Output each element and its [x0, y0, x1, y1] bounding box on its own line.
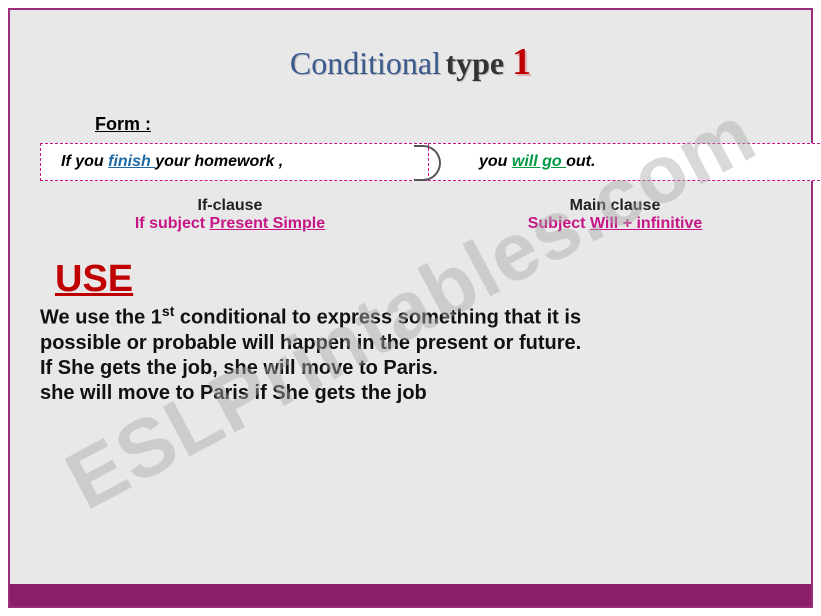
use-heading: USE: [55, 258, 811, 301]
use-line1-post: conditional to express something that it…: [174, 307, 581, 329]
main-clause-formula-pre: Subject: [528, 215, 590, 232]
main-clause-verb: will go: [512, 153, 566, 170]
clause-formulas: If-clause If subject Present Simple Main…: [10, 197, 811, 233]
if-clause-title: If-clause: [20, 197, 440, 215]
form-label: Form :: [95, 114, 811, 135]
use-line3: If She gets the job, she will move to Pa…: [40, 357, 438, 379]
main-clause-formula: Subject Will + infinitive: [440, 215, 790, 233]
main-clause-box: you will go out.: [428, 143, 821, 181]
main-clause-formula-col: Main clause Subject Will + infinitive: [440, 197, 790, 233]
main-clause-text-pre: you: [479, 153, 512, 170]
if-clause-text-post: your homework: [155, 153, 274, 170]
slide-content: Conditional type 1 Form : If you finish …: [10, 10, 811, 606]
example-sentence: If you finish your homework , you will g…: [10, 143, 811, 187]
if-clause-formula-tense: Present Simple: [210, 215, 326, 232]
if-clause-box: If you finish your homework ,: [40, 143, 442, 181]
if-clause-verb: finish: [108, 153, 155, 170]
if-clause-formula-col: If-clause If subject Present Simple: [20, 197, 440, 233]
use-line1-pre: We use the 1: [40, 307, 162, 329]
use-line1-sup: st: [162, 303, 174, 319]
use-line4: she will move to Paris if She gets the j…: [40, 382, 427, 404]
slide-title: Conditional type 1: [10, 10, 811, 94]
if-clause-text-pre: If you: [61, 153, 108, 170]
title-word-conditional: Conditional: [290, 45, 441, 81]
if-clause-comma: ,: [274, 153, 283, 170]
bottom-accent-band: [10, 584, 811, 606]
title-word-type: type: [445, 45, 512, 81]
title-word-one: 1: [512, 41, 531, 83]
use-line2: possible or probable will happen in the …: [40, 332, 581, 354]
main-clause-title: Main clause: [440, 197, 790, 215]
if-clause-formula-pre: If subject: [135, 215, 210, 232]
if-clause-formula: If subject Present Simple: [20, 215, 440, 233]
use-explanation: We use the 1st conditional to express so…: [40, 303, 781, 406]
slide-frame: Conditional type 1 Form : If you finish …: [8, 8, 813, 608]
main-clause-formula-tense: Will + infinitive: [590, 215, 702, 232]
main-clause-text-post: out.: [566, 153, 595, 170]
